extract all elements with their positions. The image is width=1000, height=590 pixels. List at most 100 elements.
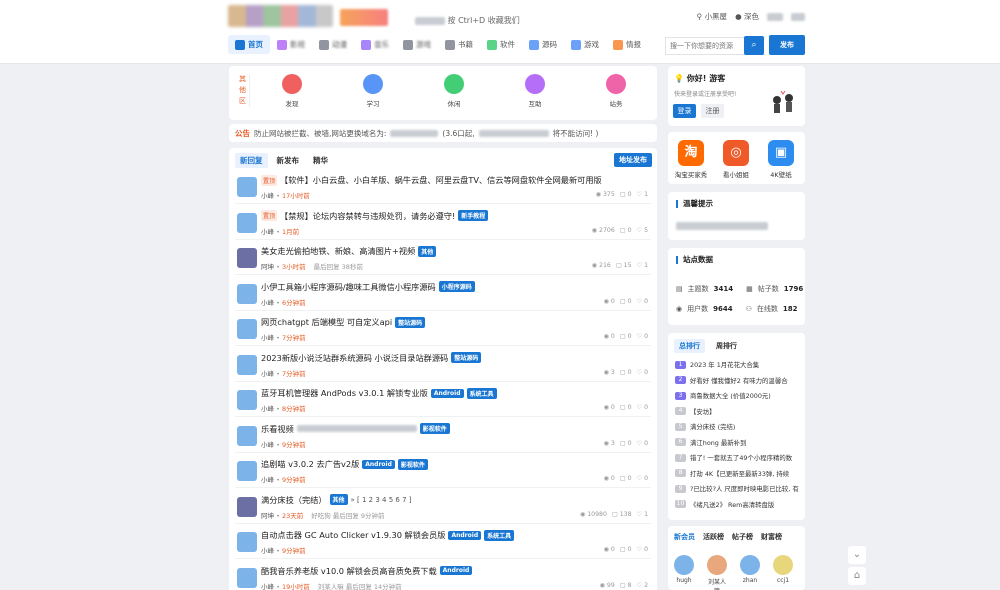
- post-row[interactable]: 置顶 【软件】小白云盘、小白羊版、蜗牛云盘、阿里云盘TV、信云等网盘软件全网最新可…: [235, 169, 651, 204]
- login-button[interactable]: 登录: [673, 104, 696, 118]
- rank-item[interactable]: 6 满江hong 最新补到: [675, 438, 799, 447]
- post-author[interactable]: 小峰: [261, 370, 274, 378]
- rank-item[interactable]: 2 好看好 懂我懂好2 有味力的温馨合: [675, 376, 799, 385]
- rank-item[interactable]: 5 满分床技 (完结): [675, 422, 799, 431]
- category-badge[interactable]: 其他: [418, 245, 437, 257]
- rank-item[interactable]: 4 【安坊】: [675, 407, 799, 416]
- post-title[interactable]: 美女走光偷拍地铁、新娘、高清图片+视频 其他: [261, 245, 437, 257]
- post-title[interactable]: 置顶 【禁规】论坛内容禁转与违规处罚，请务必遵守! 新手教程: [261, 210, 489, 222]
- tab-featured[interactable]: 精华: [308, 153, 333, 168]
- tab-new-members[interactable]: 新会员: [674, 532, 695, 542]
- avatar[interactable]: [237, 567, 257, 588]
- post-title-text[interactable]: 自动点击器 GC Auto Clicker v1.9.30 解锁会员版: [261, 529, 445, 541]
- post-title[interactable]: 自动点击器 GC Auto Clicker v1.9.30 解锁会员版 Andro…: [261, 529, 515, 541]
- nav-item-0[interactable]: 首页: [228, 35, 270, 54]
- rank-text[interactable]: 满分床技 (完结): [690, 422, 735, 431]
- post-title[interactable]: 蓝牙耳机管理器 AndPods v3.0.1 解锁专业版 Android 系统工具: [261, 387, 497, 399]
- home-float-button[interactable]: ⌂: [848, 567, 866, 585]
- post-title-text[interactable]: 满分床技（完结）: [261, 494, 327, 506]
- avatar[interactable]: [237, 354, 257, 375]
- app-shortcut-2[interactable]: ▣ 4K壁纸: [761, 140, 801, 179]
- category-badge[interactable]: 系统工具: [484, 529, 515, 541]
- nav-item-8[interactable]: 游戏: [564, 35, 606, 54]
- post-title-text[interactable]: 乐看视频: [261, 423, 294, 435]
- category-badge[interactable]: 整站源码: [395, 316, 426, 328]
- avatar[interactable]: [237, 248, 257, 268]
- post-author[interactable]: 小峰: [261, 228, 274, 236]
- post-row[interactable]: 自动点击器 GC Auto Clicker v1.9.30 解锁会员版 Andro…: [235, 524, 651, 559]
- rank-item[interactable]: 8 打劫 4K【已更新至最新33弹, 持续: [675, 469, 799, 478]
- tab-wealth[interactable]: 财富榜: [761, 532, 782, 542]
- tab-new-posts[interactable]: 新发布: [272, 153, 305, 168]
- rank-text[interactable]: 好看好 懂我懂好2 有味力的温馨合: [690, 376, 788, 385]
- category-badge[interactable]: Android: [448, 530, 482, 540]
- post-title[interactable]: 乐看视频 影视软件: [261, 423, 450, 435]
- rank-text[interactable]: 2023 年 1月花花大合集: [690, 360, 759, 369]
- category-badge[interactable]: 影视软件: [397, 458, 428, 470]
- avatar[interactable]: [237, 177, 257, 197]
- category-badge[interactable]: 新手教程: [458, 210, 489, 221]
- tab-total-rank[interactable]: 总排行: [674, 339, 705, 353]
- rank-text[interactable]: ?已比较?人 尺度即时映电影已比较, 有: [690, 484, 799, 493]
- post-author[interactable]: 小峰: [261, 334, 274, 342]
- post-title-text[interactable]: 【禁规】论坛内容禁转与违规处罚，请务必遵守!: [280, 210, 455, 222]
- site-logo-secondary[interactable]: [340, 9, 388, 26]
- post-row[interactable]: 美女走光偷拍地铁、新娘、高清图片+视频 其他 阿坤 • 3小时前 最后回复 38秒前 ◉…: [235, 240, 651, 275]
- post-author[interactable]: 小峰: [261, 583, 274, 590]
- rank-text[interactable]: 【安坊】: [690, 407, 716, 416]
- search-button[interactable]: ⌕: [744, 36, 764, 55]
- post-title-text[interactable]: 网页chatgpt 后端模型 可自定义api: [261, 316, 392, 328]
- nav-item-4[interactable]: 游戏: [396, 35, 438, 54]
- nav-item-1[interactable]: 影视: [270, 35, 312, 54]
- post-title-text[interactable]: 2023新版小说泛站群系统源码 小说泛目录站群源码: [261, 352, 448, 364]
- member[interactable]: zhan: [739, 555, 761, 584]
- register-button[interactable]: 注册: [701, 104, 724, 118]
- blurred-link[interactable]: [791, 12, 805, 21]
- quick-item-0[interactable]: 发现: [272, 74, 312, 108]
- rank-item[interactable]: 7 错了! 一套就五了49个小程序精的数: [675, 453, 799, 462]
- avatar[interactable]: [237, 283, 257, 304]
- category-badge[interactable]: 系统工具: [466, 387, 497, 399]
- avatar[interactable]: [237, 425, 257, 446]
- quick-item-4[interactable]: 站务: [596, 74, 636, 108]
- tab-new-replies[interactable]: 新回复: [235, 153, 268, 168]
- post-author[interactable]: 小峰: [261, 547, 274, 555]
- rank-item[interactable]: 1 2023 年 1月花花大合集: [675, 360, 799, 369]
- post-author[interactable]: 小峰: [261, 405, 274, 413]
- theme-toggle[interactable]: ● 深色: [735, 11, 759, 22]
- avatar[interactable]: [237, 212, 257, 233]
- nav-item-2[interactable]: 动漫: [312, 35, 354, 54]
- tab-week-rank[interactable]: 周排行: [711, 339, 742, 353]
- post-author[interactable]: 小峰: [261, 192, 274, 200]
- post-title-text[interactable]: 追剧喵 v3.0.2 去广告v2版: [261, 458, 359, 470]
- post-row[interactable]: 乐看视频 影视软件 小峰 • 9分钟前 ◉ 3 ▢ 0 ♡ 0: [235, 418, 651, 453]
- category-badge[interactable]: 整站源码: [451, 352, 482, 363]
- category-badge[interactable]: 小程序源码: [438, 281, 475, 292]
- post-title-text[interactable]: 【软件】小白云盘、小白羊版、蜗牛云盘、阿里云盘TV、信云等网盘软件全网最新可用版: [280, 174, 602, 186]
- avatar[interactable]: [237, 532, 257, 552]
- rank-item[interactable]: 10 《绪凡送2》 Rem高清转盘版: [675, 500, 799, 509]
- tab-posts[interactable]: 帖子榜: [732, 532, 753, 542]
- nav-item-5[interactable]: 书籍: [438, 35, 480, 54]
- post-row[interactable]: 网页chatgpt 后端模型 可自定义api 整站源码 小峰 • 7分钟前 ◉ 0 ▢ …: [235, 311, 651, 346]
- rank-text[interactable]: 满江hong 最新补到: [690, 438, 746, 447]
- nav-item-9[interactable]: 情报: [606, 35, 648, 54]
- blurred-link[interactable]: [767, 12, 783, 21]
- rank-text[interactable]: 错了! 一套就五了49个小程序精的数: [690, 453, 792, 462]
- category-badge[interactable]: Android: [430, 388, 464, 398]
- rank-item[interactable]: 9 ?已比较?人 尺度即时映电影已比较, 有: [675, 484, 799, 493]
- post-title[interactable]: 网页chatgpt 后端模型 可自定义api 整站源码: [261, 316, 426, 328]
- quick-item-3[interactable]: 互助: [515, 74, 555, 108]
- rank-item[interactable]: 3 商鲁数据大全 (价值2000元): [675, 391, 799, 400]
- member[interactable]: 刘某人嘛: [706, 555, 728, 590]
- nav-item-7[interactable]: 源码: [522, 35, 564, 54]
- app-shortcut-0[interactable]: 淘淘宝买家秀: [671, 140, 711, 179]
- avatar[interactable]: [237, 319, 257, 339]
- rank-text[interactable]: 商鲁数据大全 (价值2000元): [690, 391, 771, 400]
- post-title[interactable]: 2023新版小说泛站群系统源码 小说泛目录站群源码 整站源码: [261, 352, 482, 364]
- post-title[interactable]: 小伊工具箱小程序源码/趣味工具微信小程序源码 小程序源码: [261, 281, 475, 293]
- avatar[interactable]: [237, 390, 257, 410]
- tab-active[interactable]: 活跃榜: [703, 532, 724, 542]
- member[interactable]: hugh: [673, 555, 695, 584]
- post-title[interactable]: 置顶 【软件】小白云盘、小白羊版、蜗牛云盘、阿里云盘TV、信云等网盘软件全网最新可…: [261, 174, 602, 186]
